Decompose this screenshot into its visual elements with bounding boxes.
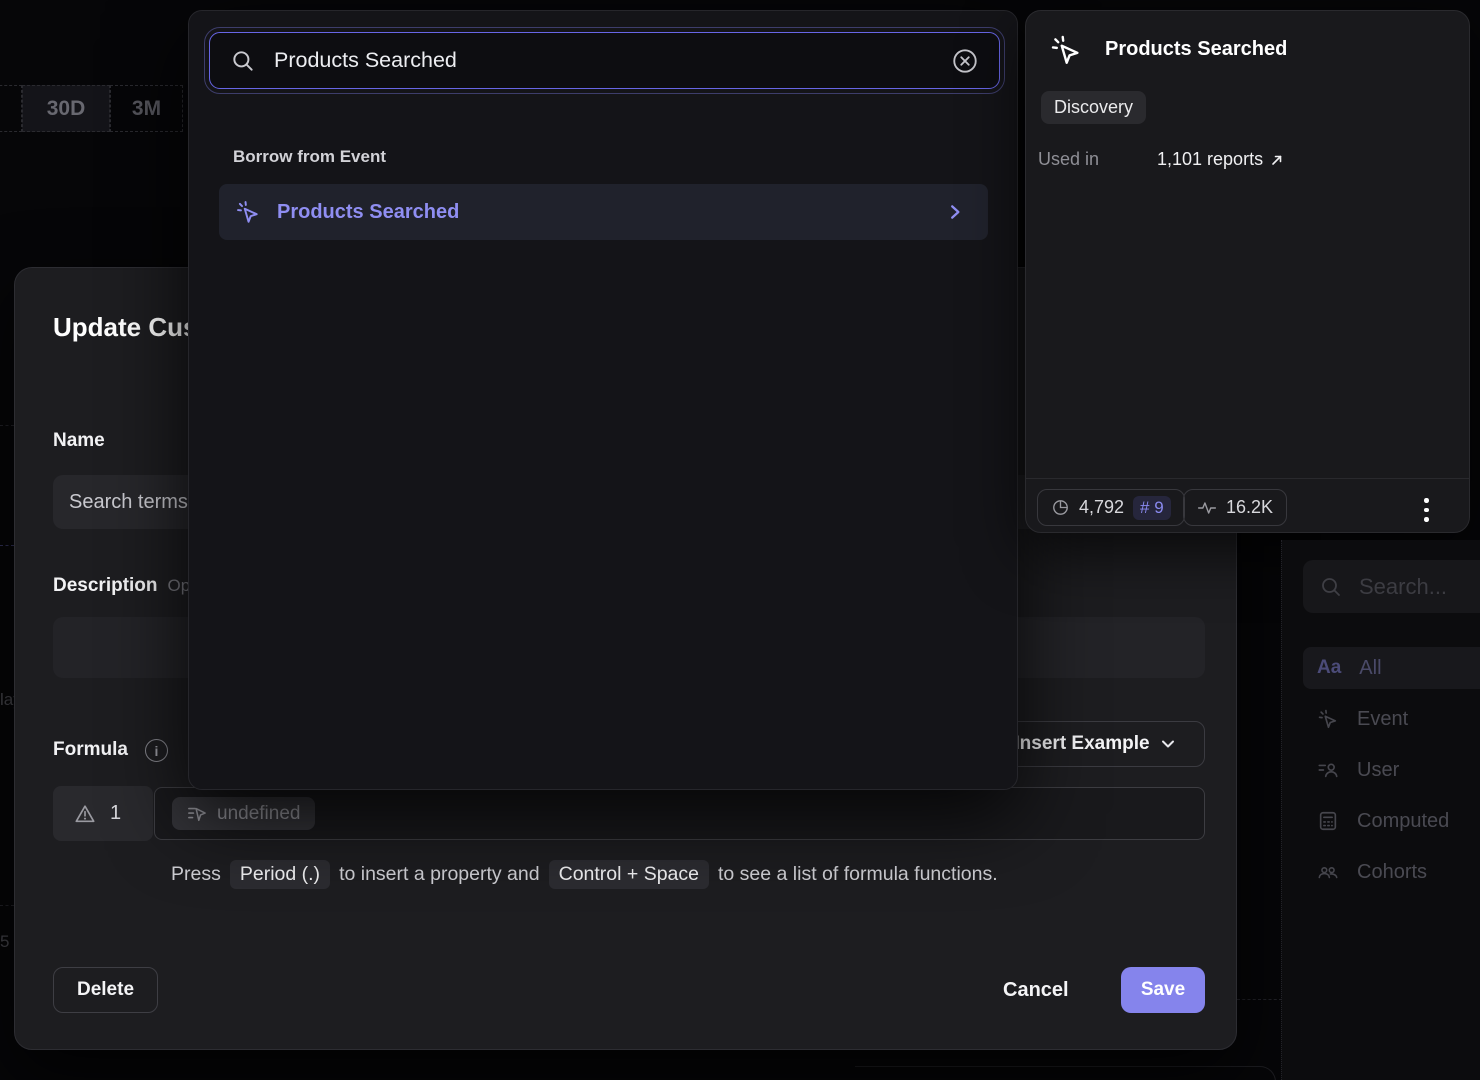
event-icon [1049, 33, 1083, 67]
app-root: lay 5 7D 30D 3M Update Custom Property N… [0, 0, 1480, 1080]
arrow-up-right-icon [1270, 153, 1284, 167]
total-count-pill[interactable]: 4,792 # 9 [1037, 489, 1185, 526]
event-property-icon [187, 805, 207, 823]
hint-text: to insert a property and [339, 863, 540, 886]
sidebar-search-input[interactable] [1357, 573, 1477, 601]
sidebar-item-cohorts[interactable]: Cohorts [1303, 851, 1480, 893]
overlay-search-input[interactable] [272, 47, 935, 74]
rank-badge: # 9 [1133, 496, 1171, 520]
event-search-overlay: Borrow from Event Products Searched [188, 10, 1018, 790]
sidebar-item-all[interactable]: Aa All [1303, 647, 1480, 689]
sidebar-item-user[interactable]: User [1303, 749, 1480, 791]
total-count-value: 4,792 [1079, 497, 1124, 518]
event-detail-panel: Products Searched Discovery Used in 1,10… [1025, 10, 1470, 533]
kbd-period: Period (.) [230, 860, 330, 889]
sidebar-item-computed[interactable]: Computed [1303, 800, 1480, 842]
formula-input[interactable]: undefined [154, 787, 1205, 840]
formula-property-chip[interactable]: undefined [172, 797, 315, 830]
bg-gridline [0, 545, 14, 546]
name-label: Name [53, 430, 105, 452]
formula-label: Formula [53, 739, 128, 761]
time-range-label: 3M [132, 97, 161, 121]
chevron-down-icon [1160, 736, 1176, 752]
time-range-label: 30D [47, 97, 86, 121]
sidebar-item-label: Computed [1357, 810, 1449, 833]
hint-text: Press [171, 863, 221, 886]
time-range-30d[interactable]: 30D [22, 85, 110, 132]
bg-axis-label: 5 [0, 932, 9, 952]
category-badge: Discovery [1041, 91, 1146, 124]
bg-gridline [0, 425, 14, 426]
aa-icon: Aa [1317, 657, 1341, 679]
detail-panel-divider [1026, 478, 1469, 479]
bg-gridline [0, 905, 14, 906]
bg-axis-label: lay [0, 690, 14, 710]
bg-gridline [1237, 999, 1282, 1000]
warning-icon [74, 803, 96, 825]
formula-chip-label: undefined [217, 803, 300, 825]
clear-search-icon[interactable] [951, 47, 979, 75]
sidebar-search-field[interactable] [1303, 560, 1480, 613]
cohorts-icon [1317, 861, 1339, 883]
sidebar-item-label: User [1357, 759, 1399, 782]
pie-chart-icon [1051, 498, 1070, 517]
description-label-text: Description [53, 575, 158, 596]
formula-error-counter: 1 [53, 786, 153, 841]
search-result-products-searched[interactable]: Products Searched [219, 184, 988, 240]
save-button[interactable]: Save [1121, 967, 1205, 1013]
borrow-from-event-heading: Borrow from Event [233, 147, 386, 167]
used-in-reports-link[interactable]: 1,101 reports [1157, 149, 1284, 170]
property-type-sidebar: Aa All Event User [1281, 540, 1480, 1080]
sidebar-item-event[interactable]: Event [1303, 698, 1480, 740]
user-icon [1317, 759, 1339, 781]
search-result-label: Products Searched [277, 201, 930, 224]
insert-example-label: Insert Example [1014, 733, 1149, 755]
detail-panel-title: Products Searched [1105, 38, 1287, 61]
reports-count-text: 1,101 reports [1157, 149, 1263, 170]
insert-example-button[interactable]: Insert Example [985, 721, 1205, 767]
info-icon[interactable]: i [145, 739, 168, 762]
event-icon [1317, 708, 1339, 730]
search-icon [1319, 575, 1343, 599]
pulse-icon [1197, 499, 1217, 517]
sidebar-item-label: Event [1357, 708, 1408, 731]
sidebar-item-label: Cohorts [1357, 861, 1427, 884]
activity-count-pill[interactable]: 16.2K [1183, 489, 1287, 526]
used-in-label: Used in [1038, 149, 1099, 170]
formula-hint: Press Period (.) to insert a property an… [171, 860, 998, 889]
calculator-icon [1317, 810, 1339, 832]
chevron-right-icon [946, 203, 964, 221]
event-icon [235, 199, 261, 225]
search-icon [230, 48, 256, 74]
delete-button[interactable]: Delete [53, 967, 158, 1013]
time-range-3m[interactable]: 3M [110, 85, 183, 132]
activity-count-value: 16.2K [1226, 497, 1273, 518]
more-options-button[interactable] [1424, 498, 1429, 522]
bg-panel-edge [855, 1066, 1276, 1080]
cancel-button[interactable]: Cancel [1003, 967, 1069, 1013]
time-range-7d[interactable]: 7D [0, 85, 22, 132]
kbd-control-space: Control + Space [549, 860, 709, 889]
sidebar-item-label: All [1359, 657, 1381, 680]
formula-error-count: 1 [110, 802, 121, 825]
hint-text: to see a list of formula functions. [718, 863, 998, 886]
overlay-search-field[interactable] [209, 32, 1000, 89]
